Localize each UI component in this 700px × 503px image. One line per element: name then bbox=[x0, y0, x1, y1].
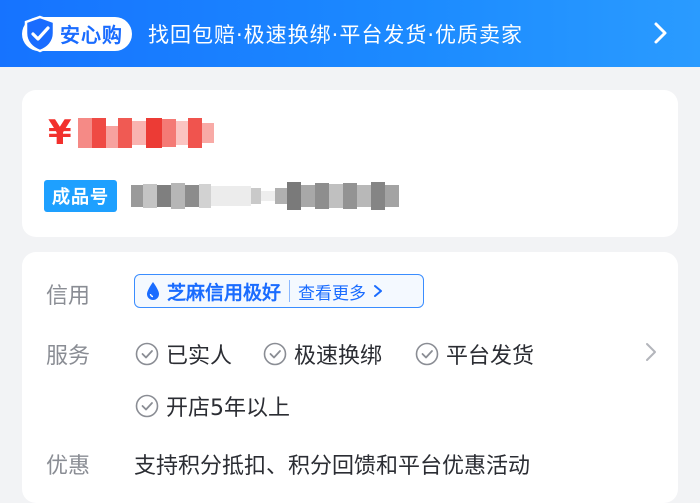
credit-label: 信用 bbox=[46, 284, 91, 309]
zhima-credit-text: 芝麻信用极好 bbox=[167, 281, 282, 304]
badge-divider bbox=[289, 280, 291, 302]
service-item-verified: 已实人 bbox=[134, 338, 232, 370]
blurred-product-id bbox=[131, 182, 399, 210]
shield-check-icon bbox=[24, 15, 56, 52]
check-circle-icon bbox=[263, 342, 287, 366]
price-row: ¥ bbox=[48, 108, 214, 158]
product-id-row: 成品号 bbox=[44, 178, 399, 214]
badge-label: 安心购 bbox=[60, 23, 123, 47]
check-circle-icon bbox=[415, 342, 439, 366]
service-item-label: 开店5年以上 bbox=[166, 396, 290, 421]
see-more-link[interactable]: 查看更多 bbox=[298, 279, 366, 304]
service-item-label: 平台发货 bbox=[446, 344, 535, 369]
currency-symbol: ¥ bbox=[48, 113, 72, 153]
promotion-label: 优惠 bbox=[46, 454, 91, 479]
anxin-badge: 安心购 bbox=[22, 15, 132, 52]
service-item-store-age: 开店5年以上 bbox=[134, 390, 290, 422]
seller-info-card: 信用 芝麻信用极好 查看更多 服务 已实人 极速换绑 平台发货 开店5年以上 优… bbox=[22, 252, 678, 503]
product-type-tag: 成品号 bbox=[44, 180, 117, 212]
check-circle-icon bbox=[135, 342, 159, 366]
price-card: ¥ 成品号 bbox=[22, 90, 678, 237]
service-item-label: 已实人 bbox=[166, 344, 233, 369]
chevron-right-icon[interactable] bbox=[642, 340, 660, 364]
promotion-text: 支持积分抵扣、积分回馈和平台优惠活动 bbox=[134, 454, 531, 479]
service-label: 服务 bbox=[46, 344, 91, 369]
trust-banner[interactable]: 安心购 找回包赔·极速换绑·平台发货·优质卖家 bbox=[0, 0, 700, 67]
chevron-right-icon[interactable] bbox=[646, 19, 674, 47]
zhima-credit-badge[interactable]: 芝麻信用极好 查看更多 bbox=[134, 274, 424, 308]
banner-slogan: 找回包赔·极速换绑·平台发货·优质卖家 bbox=[148, 22, 524, 47]
service-item-fast-rebind: 极速换绑 bbox=[262, 338, 382, 370]
service-item-label: 极速换绑 bbox=[294, 344, 383, 369]
service-item-platform-delivery: 平台发货 bbox=[414, 338, 534, 370]
blurred-price bbox=[77, 118, 214, 148]
check-circle-icon bbox=[135, 394, 159, 418]
zhima-drop-icon bbox=[147, 282, 159, 300]
chevron-right-icon bbox=[374, 285, 383, 297]
